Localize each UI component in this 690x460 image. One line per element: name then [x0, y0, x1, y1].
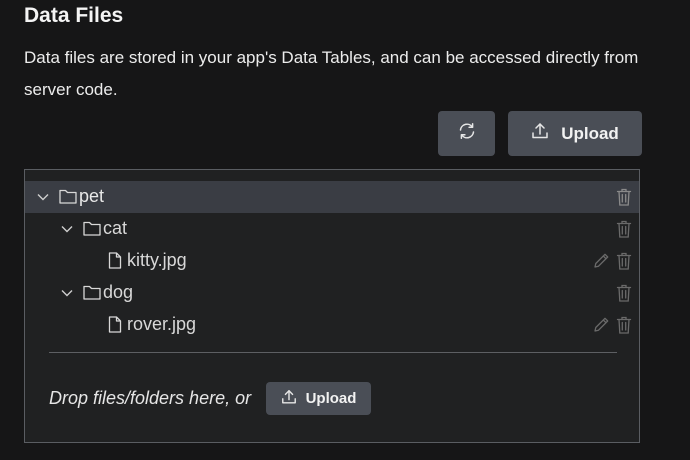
tree-row-dog[interactable]: dog [25, 277, 639, 309]
folder-icon [83, 285, 101, 300]
tree-item-label: dog [103, 282, 134, 302]
page-description: Data files are stored in your app's Data… [24, 48, 639, 99]
upload-icon [281, 389, 306, 409]
tree-row-kitty[interactable]: kitty.jpg [25, 245, 639, 277]
tree-item-label: kitty.jpg [127, 250, 187, 270]
dropzone-upload-button[interactable]: Upload [266, 382, 371, 415]
tree-item-label: rover.jpg [127, 314, 197, 334]
file-icon [108, 316, 122, 333]
tree-row-cat[interactable]: cat [25, 213, 639, 245]
refresh-icon [458, 122, 476, 145]
page-title: Data Files [24, 4, 124, 27]
divider [49, 352, 617, 353]
tree-row-pet[interactable]: pet [25, 181, 639, 213]
dropzone-text: Drop files/folders here, or [49, 388, 252, 408]
trash-icon[interactable] [616, 284, 632, 302]
pencil-icon[interactable] [593, 316, 610, 333]
upload-icon [531, 122, 561, 145]
trash-icon[interactable] [616, 316, 632, 334]
upload-button-label: Upload [561, 123, 619, 143]
refresh-button[interactable] [438, 111, 495, 156]
pencil-icon[interactable] [593, 252, 610, 269]
trash-icon[interactable] [616, 252, 632, 270]
file-icon [108, 252, 122, 269]
folder-icon [59, 189, 77, 204]
folder-icon [83, 221, 101, 236]
tree-item-label: cat [103, 218, 128, 238]
chevron-down-icon[interactable] [60, 222, 74, 236]
upload-button[interactable]: Upload [508, 111, 642, 156]
trash-icon[interactable] [616, 220, 632, 238]
dropzone-upload-label: Upload [305, 390, 357, 407]
tree-row-rover[interactable]: rover.jpg [25, 309, 639, 341]
tree-item-label: pet [79, 186, 105, 206]
chevron-down-icon[interactable] [36, 190, 50, 204]
trash-icon[interactable] [616, 188, 632, 206]
chevron-down-icon[interactable] [60, 286, 74, 300]
file-tree-panel: pet cat kitty.jpg dog rover.jpg Drop fil… [24, 169, 640, 443]
